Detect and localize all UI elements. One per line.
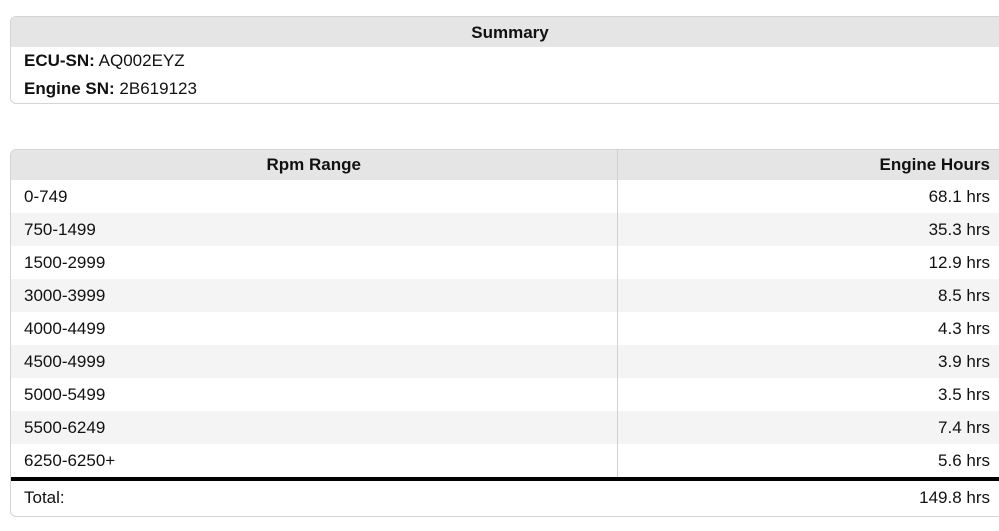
total-label: Total: [11, 477, 617, 514]
rpm-range-cell: 5500-6249 [11, 411, 618, 444]
engine-hours-cell: 7.4 hrs [617, 411, 999, 444]
rpm-range-cell: 3000-3999 [11, 279, 618, 312]
rpm-range-cell: 750-1499 [11, 213, 618, 246]
rpm-range-cell: 4500-4999 [11, 345, 618, 378]
rpm-range-cell: 0-749 [11, 180, 618, 213]
engine-hours-cell: 3.9 hrs [617, 345, 999, 378]
column-header-rpm-range: Rpm Range [11, 150, 618, 180]
table-row: 750-1499 35.3 hrs [11, 213, 999, 246]
table-row: 1500-2999 12.9 hrs [11, 246, 999, 279]
engine-hours-cell: 5.6 hrs [938, 450, 990, 470]
table-row: 6250-6250+ 5.6 hrs [11, 444, 999, 479]
total-row: Total: 149.8 hrs [11, 477, 999, 514]
ecu-sn-value: AQ002EYZ [98, 51, 185, 70]
engine-hours-cell: 4.3 hrs [938, 318, 990, 338]
table-row: 5500-6249 7.4 hrs [11, 411, 999, 444]
engine-hours-cell: 35.3 hrs [617, 213, 999, 246]
rpm-range-cell: 4000-4499 [11, 312, 618, 345]
table-row: 0-749 68.1 hrs [11, 180, 999, 213]
total-value: 149.8 hrs [617, 477, 999, 514]
table-row: 5000-5499 3.5 hrs [11, 378, 999, 411]
table-row: 3000-3999 8.5 hrs [11, 279, 999, 312]
engine-hours-cell: 12.9 hrs [928, 252, 990, 272]
column-header-engine-hours: Engine Hours [617, 150, 999, 180]
table-row: 4000-4499 4.3 hrs [11, 312, 999, 345]
engine-hours-table: Rpm Range Engine Hours 0-749 68.1 hrs 75… [11, 150, 999, 514]
ecu-sn-row: ECU-SN: AQ002EYZ [11, 47, 999, 75]
summary-title: Summary [11, 17, 999, 47]
engine-sn-value: 2B619123 [119, 79, 197, 98]
table-header-row: Rpm Range Engine Hours [11, 150, 999, 180]
engine-hours-cell: 3.5 hrs [938, 384, 990, 404]
engine-hours-cell: 8.5 hrs [617, 279, 999, 312]
engine-sn-row: Engine SN: 2B619123 [11, 75, 999, 103]
ecu-sn-label: ECU-SN: [24, 51, 95, 70]
rpm-range-cell: 6250-6250+ [11, 444, 618, 479]
table-row: 4500-4999 3.9 hrs [11, 345, 999, 378]
rpm-range-cell: 5000-5499 [11, 378, 618, 411]
rpm-range-cell: 1500-2999 [11, 246, 618, 279]
engine-hours-panel: Rpm Range Engine Hours 0-749 68.1 hrs 75… [10, 149, 999, 517]
engine-sn-label: Engine SN: [24, 79, 115, 98]
summary-panel: Summary ECU-SN: AQ002EYZ Engine SN: 2B61… [10, 16, 999, 104]
engine-hours-cell: 68.1 hrs [928, 186, 990, 206]
